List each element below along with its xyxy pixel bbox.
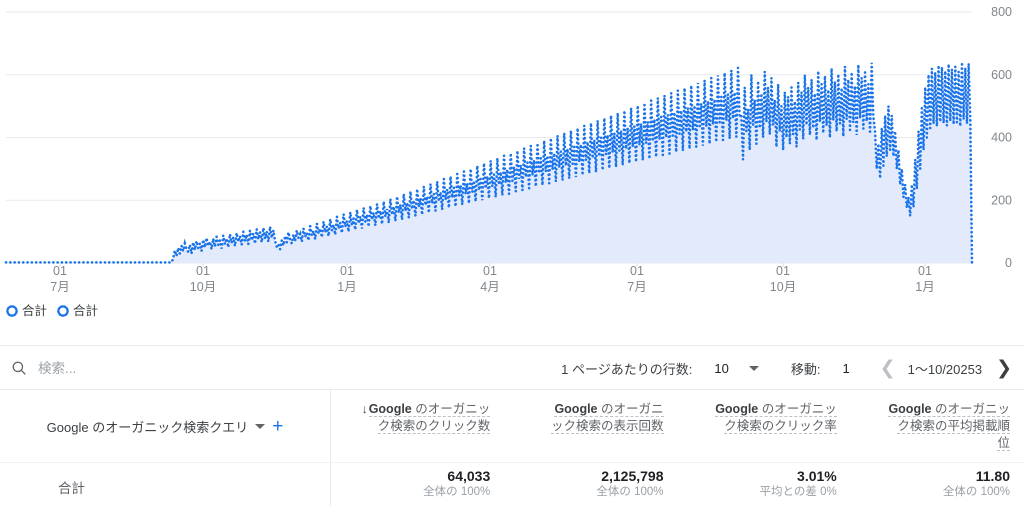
table-row-total[interactable]: 合計 64,033 全体の 100% 2,125,798 全体の 100% 3.… [0,462,1024,506]
total-sub-ctr: 平均との差 0% [759,486,837,498]
column-header-position[interactable]: Google のオーガニッ ク検索の平均掲載順 位 [851,390,1024,462]
legend-item-1[interactable]: 合計 [57,305,98,318]
next-page-icon[interactable]: ❯ [996,359,1012,378]
metric-line2-3: ク検索の平均掲載順 [897,419,1010,434]
total-cell-impressions: 2,125,798 全体の 100% [504,463,677,500]
x-tick-month: 7月 [627,280,646,294]
metric-rest-1: のオーガニ [597,402,664,416]
chart-legend: 合計 合計 [6,305,98,318]
timeseries-chart[interactable]: 0 200 400 600 800 01 7月 01 10月 01 1月 01 4月 01 7月 01 10月… [0,0,1024,318]
x-tick-day: 01 [918,264,932,278]
metric-line3-3: 位 [997,436,1010,451]
total-sub-clicks: 全体の 100% [423,486,491,498]
series-dot-icon [57,305,69,318]
total-value-impressions: 2,125,798 [601,468,664,484]
table-toolbar: 1 ページあたりの行数: 10 移動: 1 ❮ 1〜10/20253 ❯ [0,345,1024,390]
y-tick-label: 600 [991,68,1012,82]
x-tick-month: 10月 [190,280,216,294]
total-value-clicks: 64,033 [447,468,491,484]
column-header-clicks[interactable]: ↓Google のオーガニッ ク検索のクリック数 [331,390,504,462]
x-tick-month: 4月 [480,280,499,294]
metric-line2-0: ク検索のクリック数 [377,419,491,434]
metric-brand-0: Google [368,402,412,416]
search-input[interactable] [38,360,368,376]
x-tick-day: 01 [53,264,67,278]
series-dot-icon [6,305,18,318]
metric-brand-1: Google [554,402,598,416]
search-icon [12,361,26,375]
x-tick-month: 1月 [337,280,356,294]
legend-label-1: 合計 [73,304,99,318]
column-header-ctr[interactable]: Google のオーガニッ ク検索のクリック率 [678,390,851,462]
rows-per-page-value[interactable]: 10 [714,361,728,376]
chart-x-axis-labels: 01 7月 01 10月 01 1月 01 4月 01 7月 01 10月 01 1月 [50,264,934,294]
total-sub-impressions: 全体の 100% [596,486,664,498]
x-tick-day: 01 [340,264,354,278]
y-tick-label: 0 [1005,256,1012,270]
table-header-row: Google のオーガニック検索クエリ + ↓Google のオーガニッ ク検索… [0,390,1024,462]
dimension-name: Google のオーガニック検索クエリ [46,419,249,435]
legend-label-0: 合計 [22,304,48,318]
page-range-label: 1〜10/20253 [907,361,983,377]
pagination-controls: 1 ページあたりの行数: 10 移動: 1 ❮ 1〜10/20253 ❯ [561,359,1024,378]
chart-canvas[interactable]: 0 200 400 600 800 01 7月 01 10月 01 1月 01 4月 01 7月 01 10月… [0,0,1024,300]
chevron-down-icon[interactable] [255,423,266,429]
rows-per-page-label: 1 ページあたりの行数: [561,361,693,377]
add-dimension-icon[interactable]: + [272,417,283,436]
goto-label: 移動: [790,361,821,377]
sort-descending-icon: ↓ [361,402,368,416]
y-tick-label: 800 [991,5,1012,19]
x-tick-day: 01 [483,264,497,278]
total-cell-clicks: 64,033 全体の 100% [331,463,504,500]
x-tick-month: 10月 [770,280,796,294]
metric-line2-1: ック検索の表示回数 [550,419,664,434]
goto-page-input[interactable]: 1 [842,361,849,376]
total-value-ctr: 3.01% [797,468,837,484]
x-tick-month: 7月 [50,280,69,294]
search-box[interactable] [0,359,440,377]
metric-rest-0: のオーガニッ [411,402,491,416]
x-tick-day: 01 [630,264,644,278]
metric-line2-2: ク検索のクリック率 [724,419,837,434]
x-tick-day: 01 [196,264,210,278]
metric-rest-3: のオーガニッ [931,402,1010,416]
legend-item-0[interactable]: 合計 [6,305,47,318]
chevron-down-icon[interactable] [748,365,759,371]
previous-page-icon[interactable]: ❮ [880,359,896,378]
total-sub-position: 全体の 100% [942,486,1010,498]
y-tick-label: 200 [991,193,1012,207]
total-value-position: 11.80 [975,468,1010,484]
total-label: 合計 [0,463,331,506]
chart-y-axis-labels: 0 200 400 600 800 [991,5,1012,270]
y-tick-label: 400 [991,131,1012,145]
metric-brand-3: Google [888,402,932,416]
column-header-dimension[interactable]: Google のオーガニック検索クエリ + [0,390,331,462]
total-cell-position: 11.80 全体の 100% [851,463,1024,500]
x-tick-day: 01 [776,264,790,278]
metric-brand-2: Google [715,402,759,416]
x-tick-month: 1月 [915,280,934,294]
data-table: Google のオーガニック検索クエリ + ↓Google のオーガニッ ク検索… [0,389,1024,506]
analytics-report-page: 0 200 400 600 800 01 7月 01 10月 01 1月 01 4月 01 7月 01 10月… [0,0,1024,506]
total-cell-ctr: 3.01% 平均との差 0% [678,463,851,500]
column-header-impressions[interactable]: Google のオーガニ ック検索の表示回数 [504,390,677,462]
metric-rest-2: のオーガニッ [758,402,837,416]
